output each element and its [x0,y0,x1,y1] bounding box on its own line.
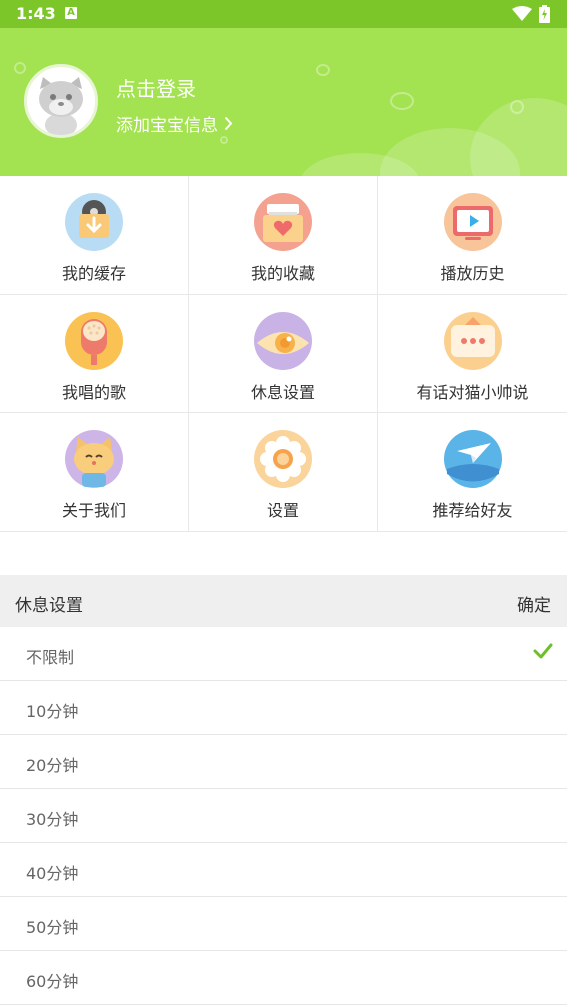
paper-plane-icon [443,429,503,489]
add-baby-info-label: 添加宝宝信息 [116,116,218,136]
sleepy-eye-icon [253,311,313,371]
add-baby-info-link[interactable]: 添加宝宝信息 [116,111,233,136]
menu-item-settings[interactable]: 设置 [189,413,378,532]
chat-bubble-icon [443,311,503,371]
rest-option[interactable]: 50分钟 [0,897,567,951]
rest-option[interactable]: 40分钟 [0,843,567,897]
menu-item-feedback[interactable]: 有话对猫小帅说 [378,295,567,413]
battery-icon [539,5,550,23]
confirm-button[interactable]: 确定 [517,591,551,616]
rest-option-label: 20分钟 [26,756,79,775]
menu-label: 关于我们 [61,501,126,520]
sheet-title: 休息设置 [15,596,83,616]
wifi-icon [512,6,532,21]
rest-option[interactable]: 不限制 [0,627,567,681]
chevron-right-icon [224,116,233,131]
rest-option[interactable]: 20分钟 [0,735,567,789]
decor-bubble [390,92,414,110]
menu-item-history[interactable]: 播放历史 [378,176,567,295]
rest-settings-sheet-header: 休息设置 确定 [0,575,567,627]
menu-item-about-us[interactable]: 关于我们 [0,413,189,532]
menu-grid: 我的缓存 我的收藏 播放历史 我唱的歌 休息设置 有话对猫小帅说 关于我们 设置… [0,176,567,532]
decor-bubble [220,136,228,144]
menu-label: 推荐给好友 [432,501,513,520]
rest-option-label: 10分钟 [26,702,79,721]
download-box-icon [64,192,124,252]
menu-item-share[interactable]: 推荐给好友 [378,413,567,532]
microphone-icon [64,311,124,371]
decor-bubble [316,64,330,76]
menu-label: 我的缓存 [61,264,126,283]
rest-option[interactable]: 30分钟 [0,789,567,843]
cat-face-icon [64,429,124,489]
menu-item-rest-settings[interactable]: 休息设置 [189,295,378,413]
menu-item-favorites[interactable]: 我的收藏 [189,176,378,295]
default-avatar-icon [39,77,83,135]
notification-icon: A [65,7,77,19]
menu-label: 设置 [266,501,299,520]
status-bar: 1:43 A [0,0,567,28]
menu-item-cache[interactable]: 我的缓存 [0,176,189,295]
login-button[interactable]: 点击登录 [116,73,196,102]
menu-label: 我唱的歌 [61,383,126,402]
rest-option-label: 50分钟 [26,918,79,937]
status-time: 1:43 [16,4,56,23]
rest-option-label: 60分钟 [26,972,79,991]
menu-label: 有话对猫小帅说 [416,383,529,402]
rest-options-list: 不限制 10分钟 20分钟 30分钟 40分钟 50分钟 60分钟 [0,627,567,1005]
avatar[interactable] [24,64,98,138]
decor-cloud [470,98,567,176]
heart-folder-icon [253,192,313,252]
gear-flower-icon [253,429,313,489]
check-icon [533,643,553,659]
rest-option[interactable]: 10分钟 [0,681,567,735]
profile-header: 点击登录 添加宝宝信息 [0,28,567,176]
menu-label: 播放历史 [440,264,505,283]
rest-option-label: 不限制 [26,648,75,667]
rest-option-label: 30分钟 [26,810,79,829]
rest-option[interactable]: 60分钟 [0,951,567,1005]
tv-play-icon [443,192,503,252]
rest-option-label: 40分钟 [26,864,79,883]
menu-item-my-songs[interactable]: 我唱的歌 [0,295,189,413]
decor-bubble [14,62,26,74]
menu-label: 我的收藏 [250,264,315,283]
menu-label: 休息设置 [250,383,315,402]
